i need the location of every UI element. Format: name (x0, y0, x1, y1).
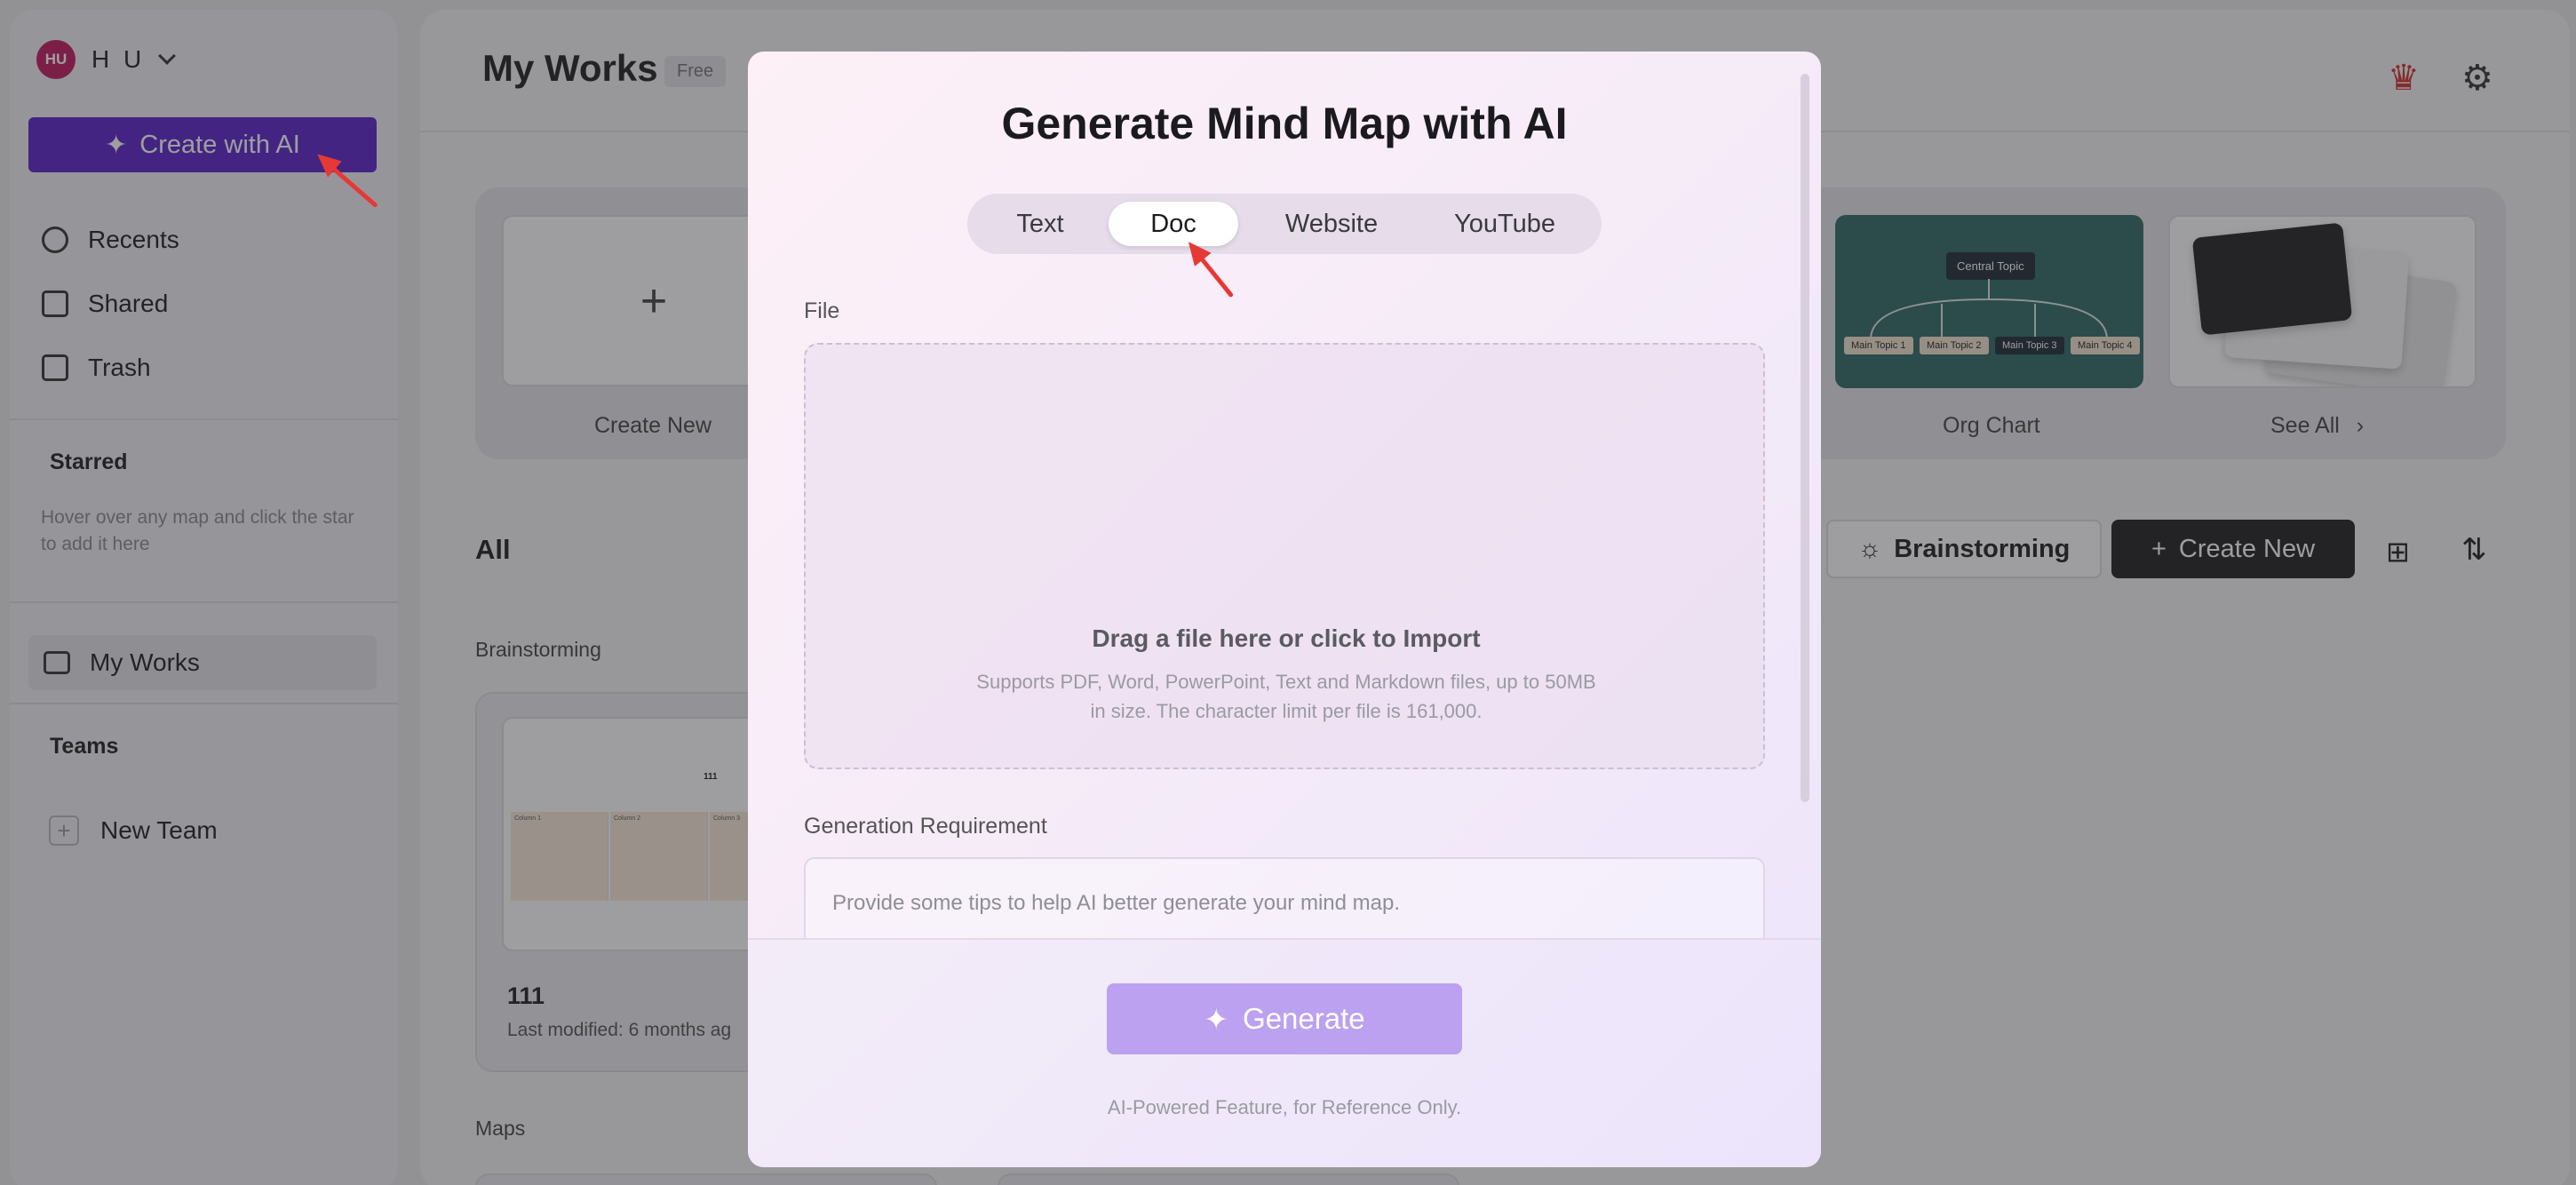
tab-doc[interactable]: Doc (1109, 202, 1238, 246)
generate-dialog: Generate Mind Map with AI Text Doc Websi… (748, 52, 1821, 1167)
file-dropzone[interactable]: Drag a file here or click to Import Supp… (804, 343, 1765, 769)
ai-note: AI-Powered Feature, for Reference Only. (1107, 1096, 1462, 1118)
dialog-title: Generate Mind Map with AI (1001, 99, 1568, 148)
file-label: File (804, 298, 840, 323)
requirement-label: Generation Requirement (804, 814, 1047, 839)
dropzone-subtitle: Supports PDF, Word, PowerPoint, Text and… (976, 671, 1596, 722)
scrollbar[interactable] (1801, 74, 1809, 802)
sparkle-icon: ✦ (1204, 1002, 1229, 1036)
generate-label: Generate (1243, 1002, 1365, 1035)
tab-website[interactable]: Website (1252, 202, 1411, 246)
tab-youtube[interactable]: YouTube (1420, 202, 1589, 246)
requirement-input[interactable] (832, 891, 1721, 916)
requirement-field[interactable] (804, 857, 1765, 946)
dialog-footer: ✦ Generate AI-Powered Feature, for Refer… (748, 938, 1821, 1167)
tab-text[interactable]: Text (978, 202, 1102, 246)
source-tabs: Text Doc Website YouTube (967, 194, 1602, 254)
dropzone-title: Drag a file here or click to Import (1092, 624, 1481, 652)
generate-button[interactable]: ✦ Generate (1107, 983, 1462, 1054)
